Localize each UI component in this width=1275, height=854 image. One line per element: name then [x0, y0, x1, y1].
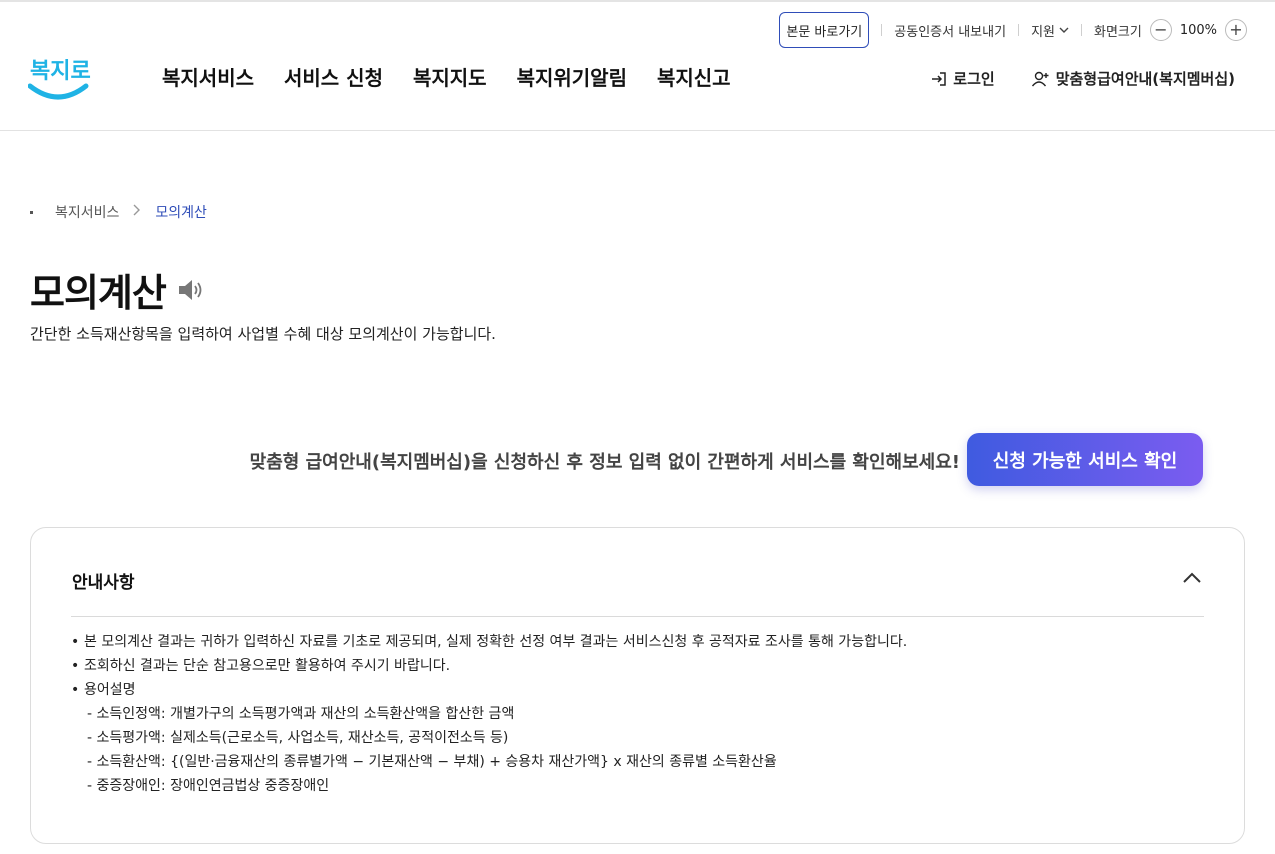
page-description: 간단한 소득재산항목을 입력하여 사업별 수혜 대상 모의계산이 가능합니다. [30, 325, 496, 343]
login-icon [932, 71, 947, 86]
breadcrumb: 복지서비스 모의계산 [30, 202, 207, 222]
logo-text: 복지로 [30, 59, 91, 84]
zoom-in-button[interactable]: + [1225, 19, 1247, 41]
divider [1018, 24, 1020, 36]
notice-text: 용어설명 [84, 682, 136, 698]
check-available-services-button[interactable]: 신청 가능한 서비스 확인 [967, 433, 1203, 486]
site-logo[interactable]: 복지로 [27, 52, 92, 104]
speaker-icon[interactable] [176, 277, 206, 303]
term-item: - 소득환산액: {(일반·금융재산의 종류별가액 − 기본재산액 − 부채) … [87, 754, 777, 770]
cert-export-link[interactable]: 공동인증서 내보내기 [894, 21, 1006, 40]
chevron-down-icon [1059, 27, 1069, 33]
login-button[interactable]: 로그인 [930, 68, 995, 89]
nav-item-service-apply[interactable]: 서비스 신청 [284, 62, 383, 91]
breadcrumb-current: 모의계산 [155, 205, 207, 221]
utility-bar: 본문 바로가기 공동인증서 내보내기 지원 화면크기 − 100% + [779, 12, 1247, 48]
header-actions: 로그인 맞춤형급여안내(복지멤버십) [930, 68, 1235, 89]
header-divider [0, 130, 1275, 131]
membership-label: 맞춤형급여안내(복지멤버십) [1055, 70, 1235, 88]
divider [1080, 24, 1082, 36]
chevron-right-icon [133, 204, 141, 220]
zoom-out-button[interactable]: − [1149, 19, 1172, 41]
breadcrumb-bullet [30, 210, 33, 214]
zoom-label: 화면크기 [1093, 24, 1142, 40]
list-item: • 조회하신 결과는 단순 참고용으로만 활용하여 주시기 바랍니다. [71, 658, 451, 674]
list-item: • 본 모의계산 결과는 귀하가 입력하신 자료를 기초로 제공되며, 실제 정확… [71, 634, 908, 650]
term-item: - 소득인정액: 개별가구의 소득평가액과 재산의 소득환산액을 합산한 금액 [87, 706, 515, 722]
notice-divider [71, 616, 1204, 617]
skip-to-content-link[interactable]: 본문 바로가기 [779, 12, 870, 48]
notice-text: 본 모의계산 결과는 귀하가 입력하신 자료를 기초로 제공되며, 실제 정확한… [84, 634, 908, 650]
divider [881, 24, 883, 36]
login-label: 로그인 [953, 70, 995, 88]
support-dropdown[interactable]: 지원 [1031, 21, 1069, 40]
cta-text: 맞춤형 급여안내(복지멤버십)을 신청하신 후 정보 입력 없이 간편하게 서비… [249, 452, 960, 473]
notice-heading: 안내사항 [72, 573, 135, 593]
list-item: • 용어설명 [71, 682, 136, 698]
chevron-up-icon[interactable] [1182, 570, 1202, 586]
term-item: - 소득평가액: 실제소득(근로소득, 사업소득, 재산소득, 공적이전소득 등… [87, 730, 509, 746]
page-title: 모의계산 [30, 271, 167, 315]
breadcrumb-item-welfare-service[interactable]: 복지서비스 [55, 202, 119, 222]
notice-panel: 안내사항 • 본 모의계산 결과는 귀하가 입력하신 자료를 기초로 제공되며, … [30, 527, 1245, 844]
skip-label: 본문 바로가기 [786, 24, 863, 40]
zoom-value: 100% [1179, 22, 1217, 38]
support-label: 지원 [1031, 24, 1055, 40]
term-item: - 중증장애인: 장애인연금법상 중증장애인 [87, 778, 330, 794]
top-border [0, 0, 1275, 2]
nav-item-welfare-service[interactable]: 복지서비스 [162, 62, 254, 91]
page-title-row: 모의계산 [30, 262, 206, 317]
user-add-icon [1031, 71, 1049, 86]
main-nav: 복지서비스 서비스 신청 복지지도 복지위기알림 복지신고 [162, 62, 731, 91]
nav-item-welfare-map[interactable]: 복지지도 [413, 62, 487, 91]
nav-item-crisis-alert[interactable]: 복지위기알림 [517, 62, 627, 91]
nav-item-welfare-report[interactable]: 복지신고 [657, 62, 731, 91]
notice-list: • 본 모의계산 결과는 귀하가 입력하신 자료를 기초로 제공되며, 실제 정확… [71, 630, 907, 798]
logo-icon: 복지로 [27, 59, 91, 100]
notice-text: 조회하신 결과는 단순 참고용으로만 활용하여 주시기 바랍니다. [84, 658, 451, 674]
membership-button[interactable]: 맞춤형급여안내(복지멤버십) [1031, 68, 1235, 89]
